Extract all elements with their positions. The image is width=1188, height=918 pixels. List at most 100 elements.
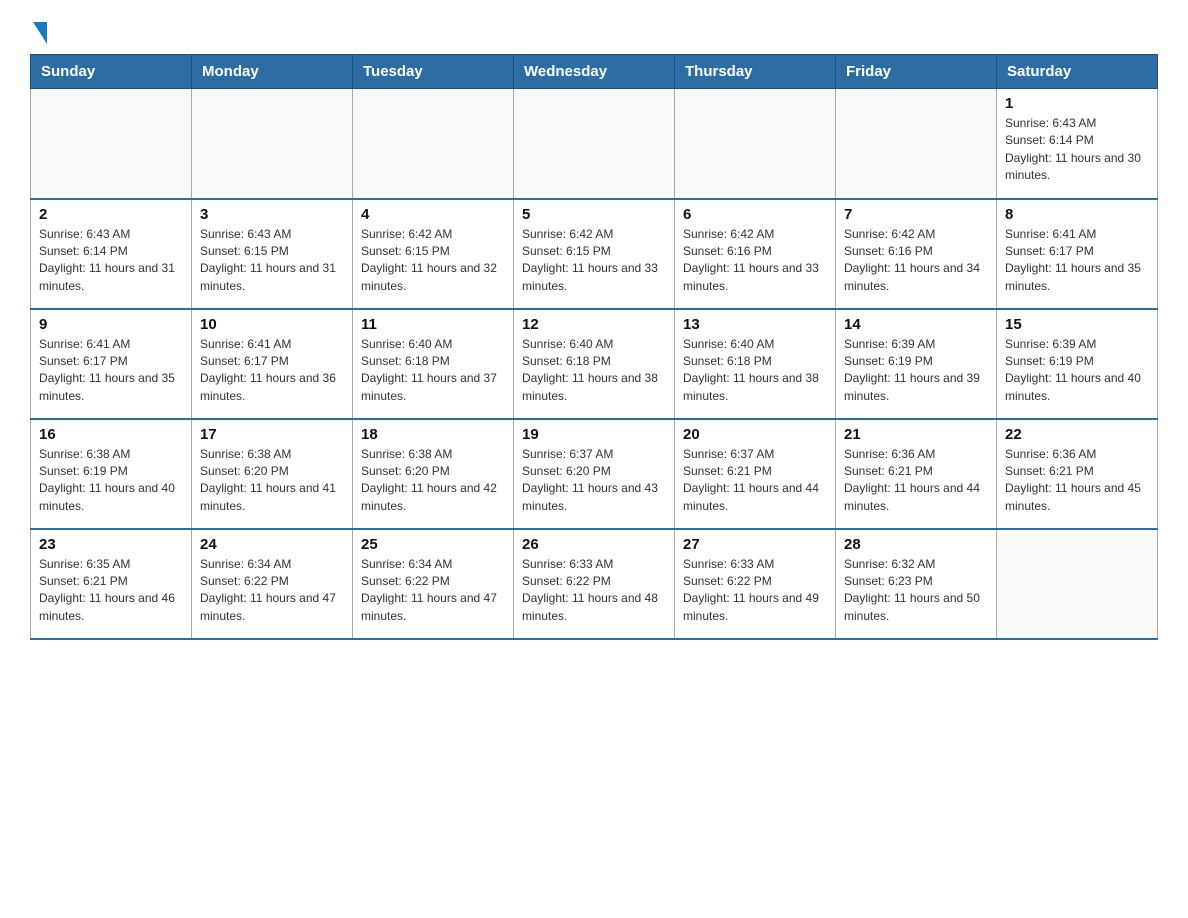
calendar-cell: 7 Sunrise: 6:42 AMSunset: 6:16 PMDaylight… (836, 199, 997, 309)
day-number: 23 (39, 536, 183, 553)
calendar-cell: 27 Sunrise: 6:33 AMSunset: 6:22 PMDayligh… (675, 529, 836, 639)
day-number: 9 (39, 316, 183, 333)
calendar-cell: 17 Sunrise: 6:38 AMSunset: 6:20 PMDayligh… (192, 419, 353, 529)
week-row-5: 23 Sunrise: 6:35 AMSunset: 6:21 PMDayligh… (31, 529, 1158, 639)
day-info: Sunrise: 6:42 AMSunset: 6:16 PMDaylight:… (683, 226, 827, 296)
calendar-cell: 10Sunrise: 6:41 AMSunset: 6:17 PMDayligh… (192, 309, 353, 419)
day-number: 12 (522, 316, 666, 333)
day-info: Sunrise: 6:36 AMSunset: 6:21 PMDaylight:… (844, 446, 988, 516)
day-info: Sunrise: 6:33 AMSunset: 6:22 PMDaylight:… (522, 556, 666, 626)
weekday-header-friday: Friday (836, 55, 997, 89)
day-info: Sunrise: 6:42 AMSunset: 6:16 PMDaylight:… (844, 226, 988, 296)
day-number: 13 (683, 316, 827, 333)
day-info: Sunrise: 6:42 AMSunset: 6:15 PMDaylight:… (522, 226, 666, 296)
day-info: Sunrise: 6:34 AMSunset: 6:22 PMDaylight:… (361, 556, 505, 626)
calendar-cell: 4Sunrise: 6:42 AMSunset: 6:15 PMDaylight… (353, 199, 514, 309)
calendar-cell: 28 Sunrise: 6:32 AMSunset: 6:23 PMDayligh… (836, 529, 997, 639)
calendar-cell: 1 Sunrise: 6:43 AMSunset: 6:14 PMDaylight… (997, 89, 1158, 199)
calendar-cell (514, 89, 675, 199)
day-number: 6 (683, 206, 827, 223)
day-info: Sunrise: 6:39 AMSunset: 6:19 PMDaylight:… (844, 336, 988, 406)
day-number: 26 (522, 536, 666, 553)
day-number: 7 (844, 206, 988, 223)
day-info: Sunrise: 6:43 AMSunset: 6:14 PMDaylight:… (1005, 115, 1149, 185)
day-number: 21 (844, 426, 988, 443)
calendar-cell: 9 Sunrise: 6:41 AMSunset: 6:17 PMDaylight… (31, 309, 192, 419)
day-number: 15 (1005, 316, 1149, 333)
day-number: 4 (361, 206, 505, 223)
week-row-1: 1 Sunrise: 6:43 AMSunset: 6:14 PMDaylight… (31, 89, 1158, 199)
day-number: 24 (200, 536, 344, 553)
day-number: 2 (39, 206, 183, 223)
week-row-2: 2 Sunrise: 6:43 AMSunset: 6:14 PMDaylight… (31, 199, 1158, 309)
day-number: 14 (844, 316, 988, 333)
calendar-cell (836, 89, 997, 199)
day-number: 18 (361, 426, 505, 443)
day-info: Sunrise: 6:40 AMSunset: 6:18 PMDaylight:… (361, 336, 505, 406)
day-number: 1 (1005, 95, 1149, 112)
calendar-cell: 3 Sunrise: 6:43 AMSunset: 6:15 PMDaylight… (192, 199, 353, 309)
day-info: Sunrise: 6:41 AMSunset: 6:17 PMDaylight:… (1005, 226, 1149, 296)
calendar-cell: 18 Sunrise: 6:38 AMSunset: 6:20 PMDayligh… (353, 419, 514, 529)
week-row-3: 9 Sunrise: 6:41 AMSunset: 6:17 PMDaylight… (31, 309, 1158, 419)
day-number: 8 (1005, 206, 1149, 223)
day-info: Sunrise: 6:40 AMSunset: 6:18 PMDaylight:… (522, 336, 666, 406)
page-header (30, 20, 1158, 44)
calendar-cell: 14 Sunrise: 6:39 AMSunset: 6:19 PMDayligh… (836, 309, 997, 419)
day-info: Sunrise: 6:33 AMSunset: 6:22 PMDaylight:… (683, 556, 827, 626)
day-number: 11 (361, 316, 505, 333)
weekday-header-wednesday: Wednesday (514, 55, 675, 89)
day-number: 25 (361, 536, 505, 553)
calendar-cell: 20 Sunrise: 6:37 AMSunset: 6:21 PMDayligh… (675, 419, 836, 529)
day-number: 22 (1005, 426, 1149, 443)
calendar-cell: 13Sunrise: 6:40 AMSunset: 6:18 PMDayligh… (675, 309, 836, 419)
day-number: 3 (200, 206, 344, 223)
calendar-cell (997, 529, 1158, 639)
calendar-cell: 24 Sunrise: 6:34 AMSunset: 6:22 PMDayligh… (192, 529, 353, 639)
calendar-cell: 8 Sunrise: 6:41 AMSunset: 6:17 PMDaylight… (997, 199, 1158, 309)
day-number: 5 (522, 206, 666, 223)
weekday-header-saturday: Saturday (997, 55, 1158, 89)
calendar-cell (192, 89, 353, 199)
weekday-header-sunday: Sunday (31, 55, 192, 89)
day-info: Sunrise: 6:39 AMSunset: 6:19 PMDaylight:… (1005, 336, 1149, 406)
day-number: 16 (39, 426, 183, 443)
calendar-cell: 22Sunrise: 6:36 AMSunset: 6:21 PMDayligh… (997, 419, 1158, 529)
calendar-cell: 5 Sunrise: 6:42 AMSunset: 6:15 PMDaylight… (514, 199, 675, 309)
calendar-table: SundayMondayTuesdayWednesdayThursdayFrid… (30, 54, 1158, 640)
day-info: Sunrise: 6:38 AMSunset: 6:20 PMDaylight:… (361, 446, 505, 516)
weekday-header-thursday: Thursday (675, 55, 836, 89)
day-info: Sunrise: 6:32 AMSunset: 6:23 PMDaylight:… (844, 556, 988, 626)
day-number: 17 (200, 426, 344, 443)
day-number: 27 (683, 536, 827, 553)
calendar-cell (353, 89, 514, 199)
day-info: Sunrise: 6:41 AMSunset: 6:17 PMDaylight:… (39, 336, 183, 406)
weekday-header-tuesday: Tuesday (353, 55, 514, 89)
day-info: Sunrise: 6:35 AMSunset: 6:21 PMDaylight:… (39, 556, 183, 626)
logo (30, 20, 47, 44)
week-row-4: 16 Sunrise: 6:38 AMSunset: 6:19 PMDayligh… (31, 419, 1158, 529)
day-number: 10 (200, 316, 344, 333)
day-info: Sunrise: 6:43 AMSunset: 6:15 PMDaylight:… (200, 226, 344, 296)
day-number: 20 (683, 426, 827, 443)
day-info: Sunrise: 6:34 AMSunset: 6:22 PMDaylight:… (200, 556, 344, 626)
calendar-cell: 25 Sunrise: 6:34 AMSunset: 6:22 PMDayligh… (353, 529, 514, 639)
calendar-cell: 6 Sunrise: 6:42 AMSunset: 6:16 PMDaylight… (675, 199, 836, 309)
calendar-cell: 26 Sunrise: 6:33 AMSunset: 6:22 PMDayligh… (514, 529, 675, 639)
calendar-cell (675, 89, 836, 199)
calendar-cell: 16 Sunrise: 6:38 AMSunset: 6:19 PMDayligh… (31, 419, 192, 529)
day-number: 19 (522, 426, 666, 443)
day-number: 28 (844, 536, 988, 553)
calendar-cell: 19 Sunrise: 6:37 AMSunset: 6:20 PMDayligh… (514, 419, 675, 529)
calendar-cell: 21 Sunrise: 6:36 AMSunset: 6:21 PMDayligh… (836, 419, 997, 529)
weekday-header-row: SundayMondayTuesdayWednesdayThursdayFrid… (31, 55, 1158, 89)
day-info: Sunrise: 6:37 AMSunset: 6:20 PMDaylight:… (522, 446, 666, 516)
day-info: Sunrise: 6:38 AMSunset: 6:20 PMDaylight:… (200, 446, 344, 516)
logo-triangle-icon (33, 22, 47, 44)
calendar-cell: 12 Sunrise: 6:40 AMSunset: 6:18 PMDayligh… (514, 309, 675, 419)
calendar-cell: 15 Sunrise: 6:39 AMSunset: 6:19 PMDayligh… (997, 309, 1158, 419)
day-info: Sunrise: 6:43 AMSunset: 6:14 PMDaylight:… (39, 226, 183, 296)
calendar-cell: 23 Sunrise: 6:35 AMSunset: 6:21 PMDayligh… (31, 529, 192, 639)
day-info: Sunrise: 6:38 AMSunset: 6:19 PMDaylight:… (39, 446, 183, 516)
day-info: Sunrise: 6:37 AMSunset: 6:21 PMDaylight:… (683, 446, 827, 516)
